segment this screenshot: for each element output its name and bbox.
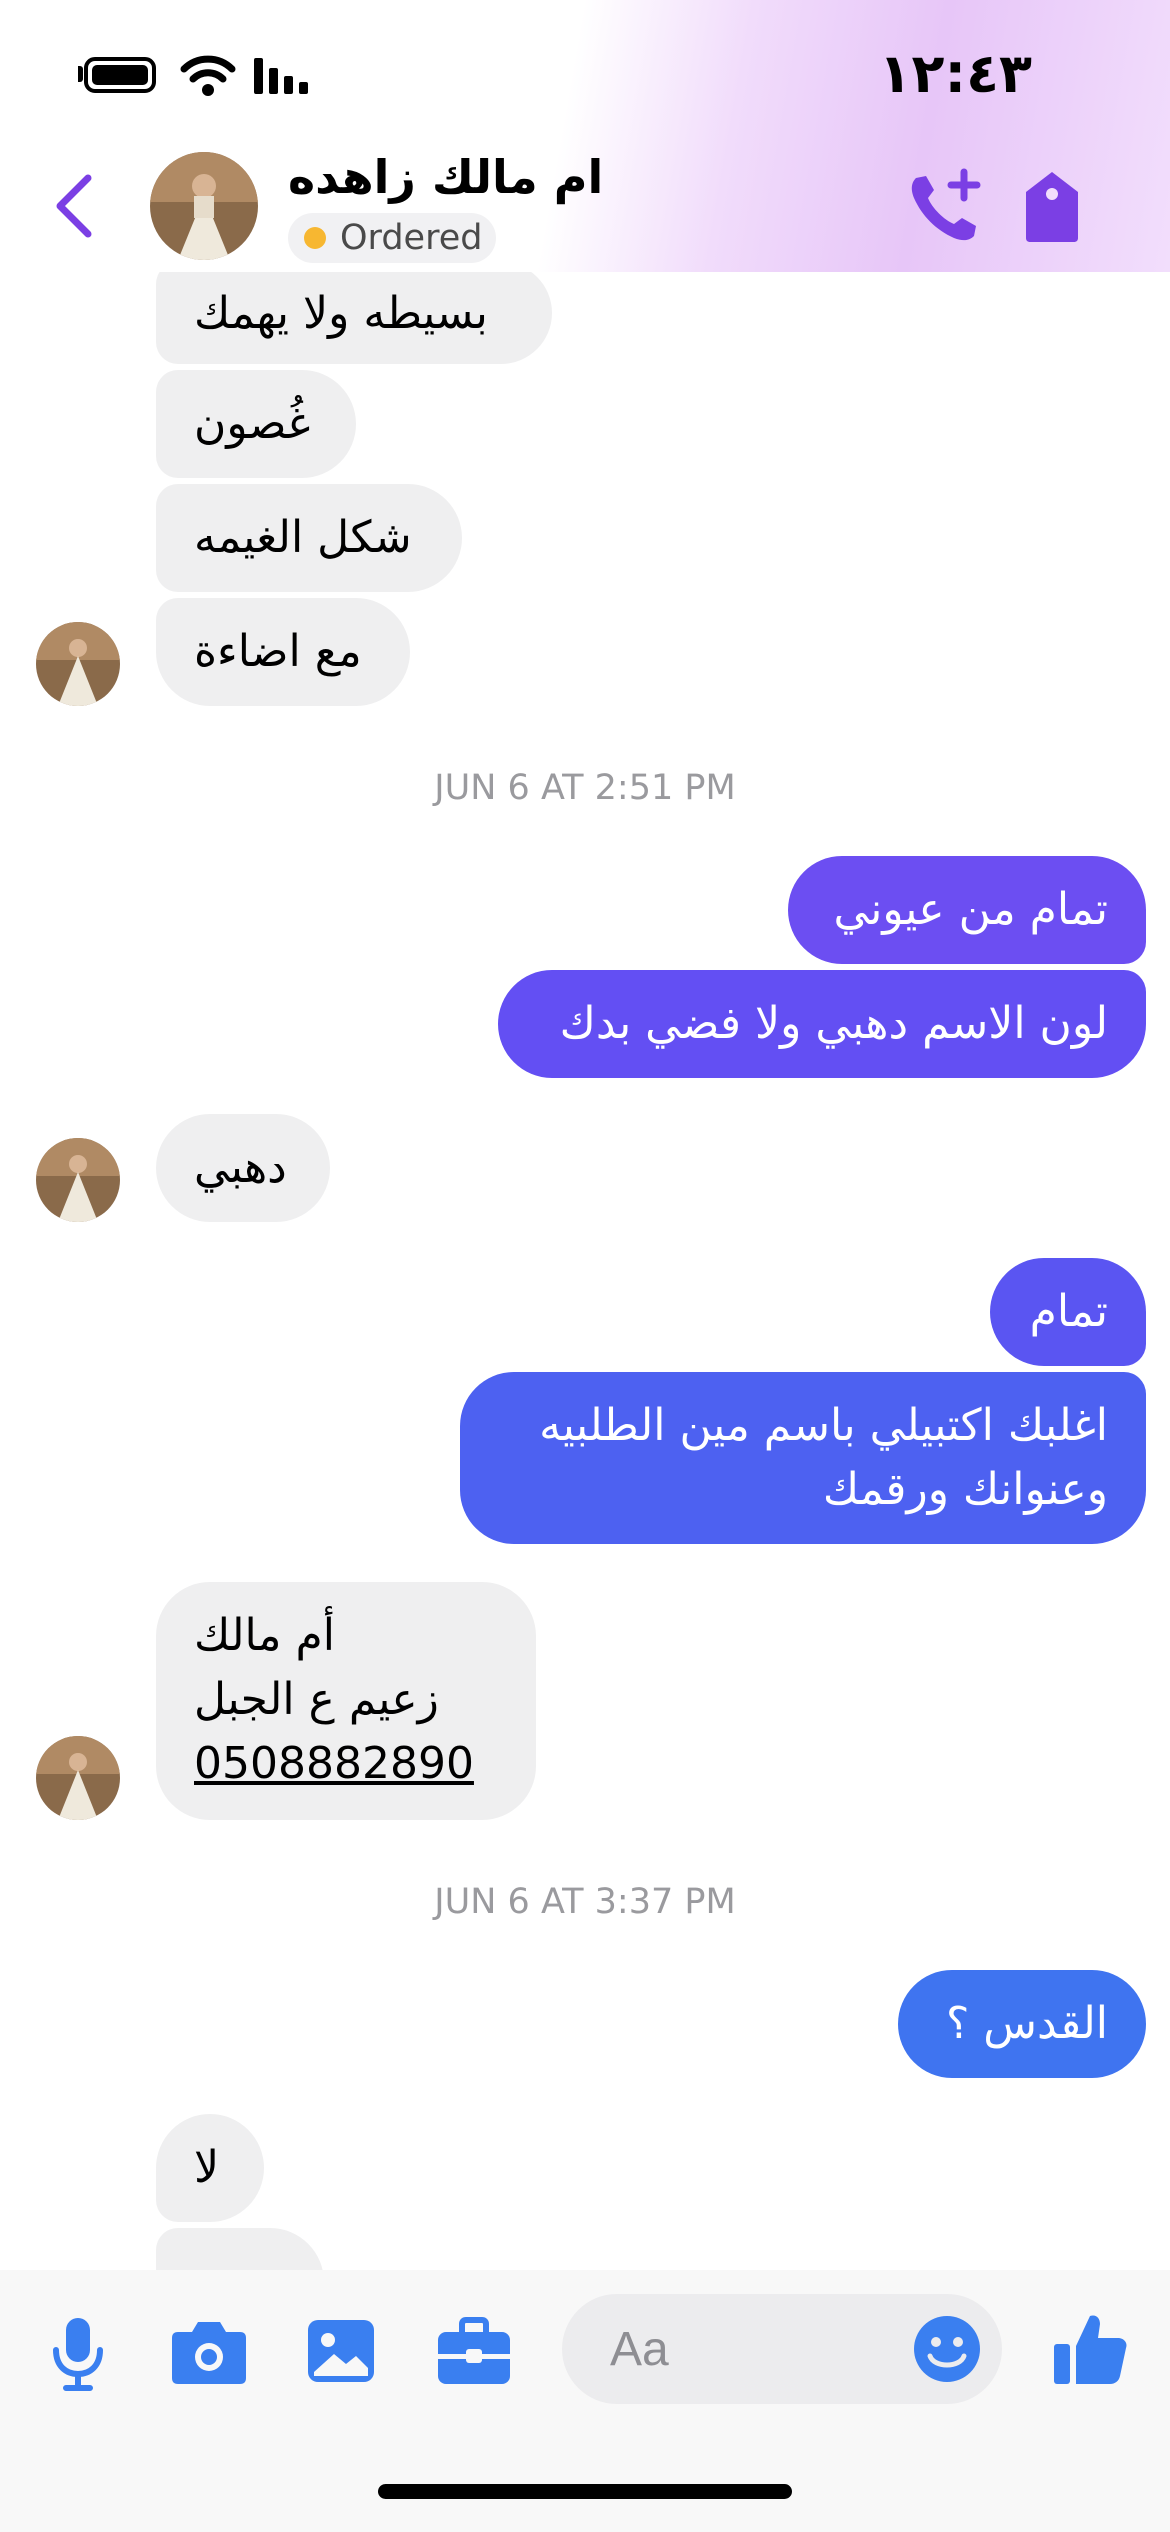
message-input[interactable]: Aa: [562, 2294, 1002, 2404]
status-time: ١٢:٤٣: [878, 42, 1032, 105]
incoming-message[interactable]: شكل الغيمه: [156, 484, 462, 592]
outgoing-message[interactable]: تمام: [990, 1258, 1146, 1366]
incoming-message[interactable]: غُصون: [156, 370, 356, 478]
cellular-signal-icon: [254, 58, 308, 94]
photo-icon[interactable]: [306, 2318, 376, 2384]
status-bar: ١٢:٤٣: [0, 0, 1170, 140]
message-timestamp: JUN 6 AT 2:51 PM: [434, 768, 736, 808]
message-input-placeholder: Aa: [610, 2323, 669, 2376]
battery-icon: [84, 57, 156, 93]
message-line: زعيم ع الجبل: [194, 1674, 439, 1725]
order-status-label: Ordered: [340, 218, 483, 258]
message-timestamp: JUN 6 AT 3:37 PM: [434, 1882, 736, 1922]
order-status-badge[interactable]: Ordered: [288, 213, 497, 263]
toolbox-icon[interactable]: [436, 2316, 512, 2388]
incoming-message[interactable]: أم مالك زعيم ع الجبل 0508882890: [156, 1582, 536, 1820]
phone-number-link[interactable]: 0508882890: [194, 1732, 498, 1796]
tag-icon[interactable]: [1022, 168, 1082, 244]
outgoing-message[interactable]: لون الاسم دهبي ولا فضي بدك: [498, 970, 1146, 1078]
thumbs-up-icon[interactable]: [1052, 2310, 1128, 2386]
outgoing-message[interactable]: اغلبك اكتبيلي باسم مين الطلبيه وعنوانك و…: [460, 1372, 1146, 1544]
battery-cap: [78, 66, 83, 82]
back-chevron-icon[interactable]: [52, 172, 96, 240]
incoming-message[interactable]: لا: [156, 2114, 264, 2222]
status-dot: [304, 227, 326, 249]
contact-name[interactable]: ام مالك زاهده: [288, 150, 603, 204]
sender-avatar[interactable]: [36, 622, 120, 706]
add-call-icon[interactable]: [906, 168, 988, 244]
incoming-message[interactable]: دهبي: [156, 1114, 330, 1222]
conversation-header: ١٢:٤٣ ام مالك زاهده Ordered: [0, 0, 1170, 272]
outgoing-message[interactable]: تمام من عيوني: [788, 856, 1146, 964]
sender-avatar[interactable]: [36, 1138, 120, 1222]
message-line: وعنوانك ورقمك: [822, 1464, 1108, 1515]
message-line: أم مالك: [194, 1610, 335, 1661]
mic-icon[interactable]: [50, 2316, 106, 2392]
emoji-icon[interactable]: [912, 2314, 982, 2384]
incoming-message[interactable]: مع اضاءة: [156, 598, 410, 706]
incoming-message[interactable]: بسيطه ولا يهمك: [156, 262, 552, 364]
wifi-icon: [180, 55, 236, 96]
home-indicator[interactable]: [378, 2484, 792, 2499]
contact-avatar[interactable]: [150, 152, 258, 260]
sender-avatar[interactable]: [36, 1736, 120, 1820]
camera-icon[interactable]: [170, 2316, 248, 2386]
message-line: اغلبك اكتبيلي باسم مين الطلبيه: [539, 1400, 1108, 1451]
outgoing-message[interactable]: القدس ؟: [898, 1970, 1146, 2078]
